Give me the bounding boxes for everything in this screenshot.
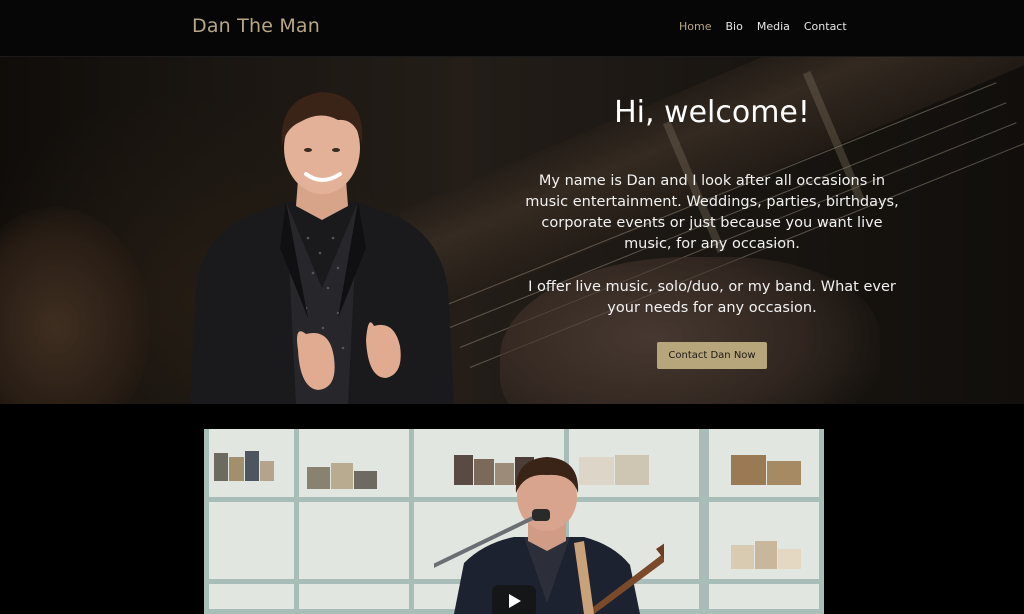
nav-contact-link[interactable]: Contact <box>804 20 847 33</box>
contact-dan-button[interactable]: Contact Dan Now <box>657 342 767 369</box>
nav-media-link[interactable]: Media <box>757 20 790 33</box>
hero-services-text: I offer live music, solo/duo, or my band… <box>528 279 896 316</box>
nav-home-link[interactable]: Home <box>679 20 711 33</box>
video-performer-image <box>434 457 664 614</box>
play-icon[interactable] <box>492 585 536 614</box>
bookcase <box>704 429 824 614</box>
bookcase <box>204 429 299 614</box>
dan-portrait-image <box>190 92 454 404</box>
site-header: Dan The Man Home Bio Media Contact <box>0 0 1024 57</box>
bookcase <box>294 429 414 614</box>
hero-heading: Hi, welcome! <box>614 95 810 130</box>
nav-bio-link[interactable]: Bio <box>725 20 742 33</box>
main-nav: Home Bio Media Contact <box>679 20 847 33</box>
site-logo[interactable]: Dan The Man <box>192 15 320 37</box>
hero-intro-text: My name is Dan and I look after all occa… <box>525 173 899 252</box>
video-player[interactable] <box>204 429 824 614</box>
